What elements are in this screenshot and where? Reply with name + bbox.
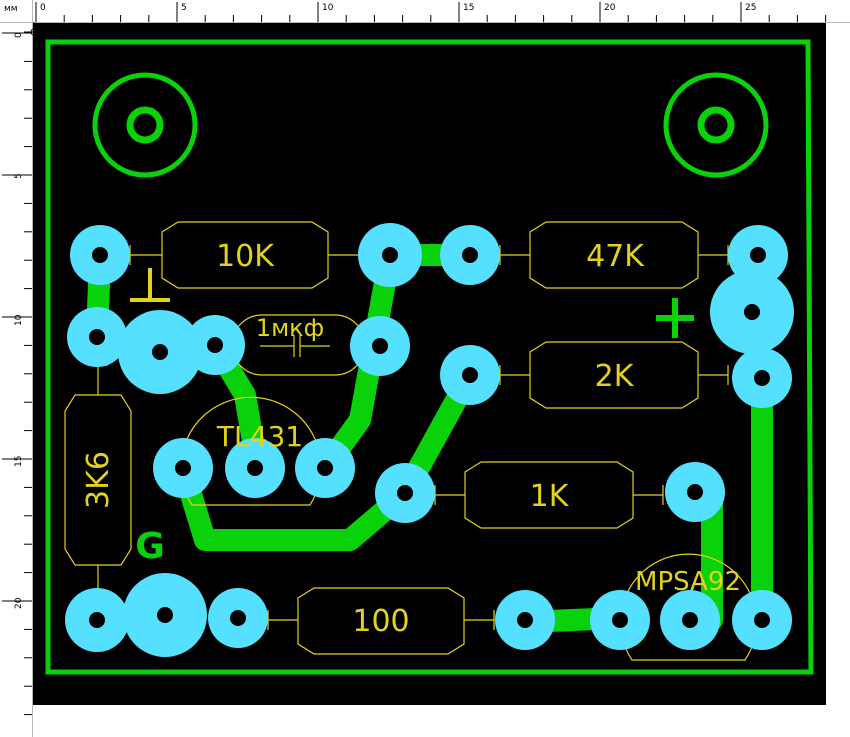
plus-symbol bbox=[656, 298, 694, 338]
ruler-left-ticks bbox=[2, 32, 32, 716]
label-tl431: TL431 bbox=[216, 420, 303, 453]
mounting-hole-right bbox=[663, 72, 769, 178]
label-gnd: G bbox=[135, 526, 165, 567]
ruler-left: 0 5 10 15 20 bbox=[0, 0, 33, 737]
label-mpsa92: MPSA92 bbox=[635, 567, 741, 597]
label-1k: 1K bbox=[530, 479, 570, 514]
ruler-unit: мм bbox=[4, 4, 18, 14]
pcb-board[interactable]: 10K 47K 2K 1K 100 3K6 1мкф TL431 MPSA92 … bbox=[33, 23, 826, 705]
label-10k: 10K bbox=[216, 239, 275, 274]
label-cap: 1мкф bbox=[256, 314, 324, 342]
ruler-top-ticks bbox=[35, 2, 827, 22]
label-100: 100 bbox=[352, 604, 409, 639]
mounting-hole-left bbox=[92, 72, 198, 178]
pcb-layout: 10K 47K 2K 1K 100 3K6 1мкф TL431 MPSA92 … bbox=[45, 39, 814, 675]
label-2k: 2K bbox=[595, 359, 635, 394]
label-47k: 47K bbox=[586, 239, 645, 274]
ruler-corner: мм bbox=[0, 0, 33, 23]
label-3k6: 3K6 bbox=[81, 451, 116, 509]
ruler-top: 0 5 10 15 20 25 bbox=[0, 0, 850, 23]
